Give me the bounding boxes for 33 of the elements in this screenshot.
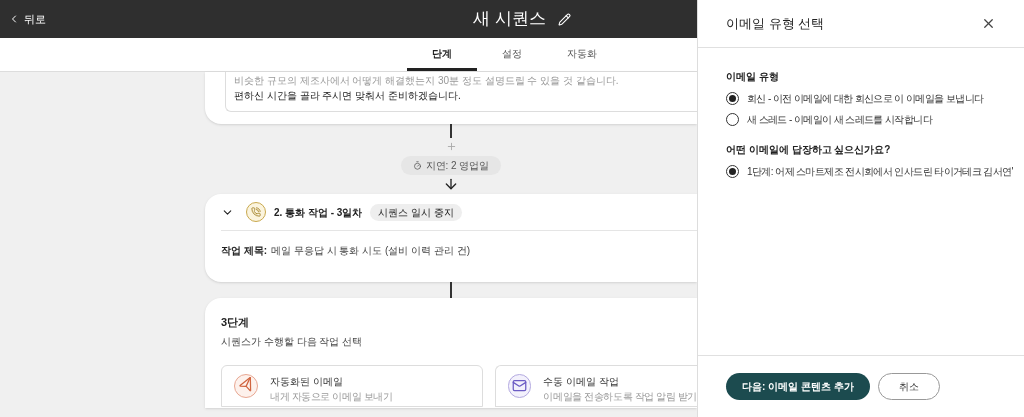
back-button[interactable]: 뒤로	[8, 10, 46, 28]
phone-icon	[251, 207, 261, 217]
step-heading: 3단계	[221, 315, 251, 330]
action-option-card[interactable]: 수동 이메일 작업 이메일을 전송하도록 작업 알림 받기	[495, 364, 697, 407]
radio-option[interactable]: 1단계: 어제 스마트제조 전시회에서 인사드린 타이거테크 김서연'	[726, 161, 1013, 182]
mail-icon	[512, 378, 528, 393]
task-label: 작업 제목:	[221, 244, 268, 258]
status-badge: 시퀀스 일시 중지	[370, 203, 462, 221]
option-description: 내게 자동으로 이메일 보내기	[270, 389, 393, 404]
radio-option[interactable]: 새 스레드 - 이메일이 새 스레드를 시작합니다	[726, 109, 932, 130]
close-button[interactable]	[981, 16, 996, 31]
delay-label: 지연: 2 영업일	[425, 159, 490, 173]
close-icon	[981, 16, 996, 31]
timer-icon	[412, 161, 422, 170]
option-title: 수동 이메일 작업	[543, 374, 621, 389]
task-title: 메일 무응답 시 통화 시도 (설비 이력 관리 건)	[271, 244, 470, 258]
tab[interactable]: 자동화	[547, 38, 617, 71]
action-option-card[interactable]: 자동화된 이메일 내게 자동으로 이메일 보내기	[221, 364, 483, 407]
section-label: 이메일 유형	[726, 70, 780, 84]
step-subtitle: 시퀀스가 수행할 다음 작업 선택	[221, 334, 364, 349]
panel-title: 이메일 유형 선택	[726, 14, 825, 33]
pencil-icon[interactable]	[557, 12, 571, 26]
step-title: 2. 통화 작업 - 3일차	[274, 205, 363, 220]
option-title: 자동화된 이메일	[270, 374, 344, 389]
email-body-text: 비슷한 규모의 제조사에서 어떻게 해결했는지 30분 정도 설명드릴 수 있을 것 같습니다.	[234, 74, 619, 88]
email-body-editor[interactable]: 비슷한 규모의 제조사에서 어떻게 해결했는지 30분 정도 설명드릴 수 있을 것 같습니다. 편하신 시간을 골라 주시면 맞춰서 준비하겠습니다.	[225, 72, 697, 112]
page-title: 새 시퀀스	[473, 8, 546, 31]
email-body-text: 편하신 시간을 골라 주시면 맞춰서 준비하겠습니다.	[234, 89, 461, 103]
section-label: 어떤 이메일에 답장하고 싶으신가요?	[726, 143, 892, 157]
radio-option[interactable]: 회신 - 이전 이메일에 대한 회신으로 이 이메일을 보냅니다	[726, 88, 984, 109]
option-description: 이메일을 전송하도록 작업 알림 받기	[543, 389, 697, 404]
tab[interactable]: 설정	[477, 38, 547, 71]
next-button[interactable]: 다음: 이메일 콘텐츠 추가	[726, 373, 870, 400]
